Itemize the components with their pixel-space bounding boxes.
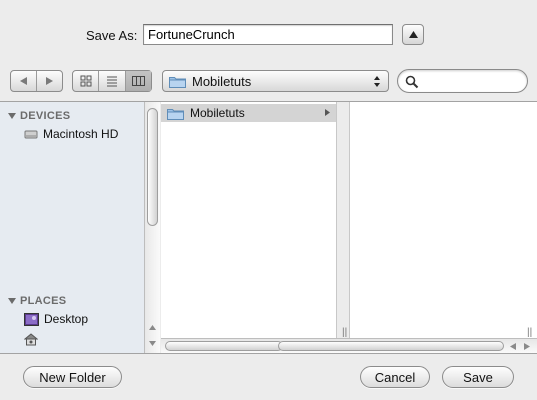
desktop-icon (24, 312, 39, 326)
sidebar-scrollbar[interactable] (144, 102, 160, 353)
folder-icon (169, 76, 186, 88)
list-item-label: Mobiletuts (190, 106, 245, 120)
scroll-thumb[interactable] (165, 341, 283, 351)
sidebar-header-places: PLACES (20, 295, 67, 307)
folder-icon (167, 108, 184, 120)
column-resize-handle[interactable]: || (342, 327, 347, 338)
icon-view-button[interactable] (73, 71, 98, 91)
hard-drive-icon (24, 130, 38, 139)
back-button[interactable] (11, 71, 36, 91)
column-view-icon (131, 76, 145, 86)
sidebar-item-desktop[interactable]: Desktop (24, 312, 88, 326)
column-resize-handle[interactable]: || (527, 327, 532, 338)
scroll-left-icon[interactable] (509, 342, 518, 351)
sidebar-item-home[interactable] (24, 333, 43, 346)
sidebar-section-devices[interactable]: DEVICES (8, 110, 70, 122)
cancel-button[interactable]: Cancel (360, 366, 430, 388)
icon-view-icon (80, 75, 92, 87)
list-item[interactable]: Mobiletuts (161, 104, 336, 122)
triangle-left-icon (20, 77, 27, 85)
search-input[interactable] (397, 69, 528, 93)
sidebar-scroll-thumb[interactable] (147, 108, 158, 226)
forward-button[interactable] (36, 71, 62, 91)
sidebar-item-label: Desktop (44, 312, 89, 326)
save-as-label: Save As: (86, 28, 138, 43)
sidebar-item-label: Macintosh HD (43, 127, 119, 141)
collapse-dialog-button[interactable] (402, 24, 424, 45)
location-popup[interactable]: Mobiletuts (162, 70, 389, 92)
home-icon (24, 333, 38, 346)
horizontal-scrollbar[interactable] (161, 338, 537, 353)
triangle-right-icon (46, 77, 53, 85)
chevron-right-icon (325, 109, 330, 116)
location-label: Mobiletuts (192, 73, 252, 89)
scroll-down-icon[interactable] (148, 339, 157, 347)
sidebar-section-places[interactable]: PLACES (8, 295, 66, 307)
disclosure-triangle-icon (8, 298, 16, 304)
back-forward-control (10, 70, 63, 92)
view-mode-control (72, 70, 152, 92)
save-button[interactable]: Save (442, 366, 514, 388)
scroll-right-icon[interactable] (522, 342, 531, 351)
file-browser: DEVICES Macintosh HD PLACES Desktop Mobi… (0, 101, 537, 354)
browser-column-1: Mobiletuts (161, 102, 337, 353)
list-view-icon (106, 76, 117, 87)
scroll-thumb[interactable] (278, 341, 504, 351)
triangle-up-icon (409, 31, 418, 38)
new-folder-button[interactable]: New Folder (23, 366, 122, 388)
disclosure-triangle-icon (8, 113, 16, 119)
browser-column-2 (349, 102, 537, 353)
filename-field[interactable] (143, 24, 393, 45)
sidebar-item-macintosh-hd[interactable]: Macintosh HD (24, 127, 118, 141)
column-view-button[interactable] (124, 71, 151, 91)
list-view-button[interactable] (98, 71, 124, 91)
sidebar-header-devices: DEVICES (20, 110, 71, 122)
search-icon (405, 75, 419, 89)
popup-arrows-icon (374, 76, 380, 87)
sidebar: DEVICES Macintosh HD PLACES Desktop (0, 102, 160, 353)
scroll-up-icon[interactable] (148, 324, 157, 332)
